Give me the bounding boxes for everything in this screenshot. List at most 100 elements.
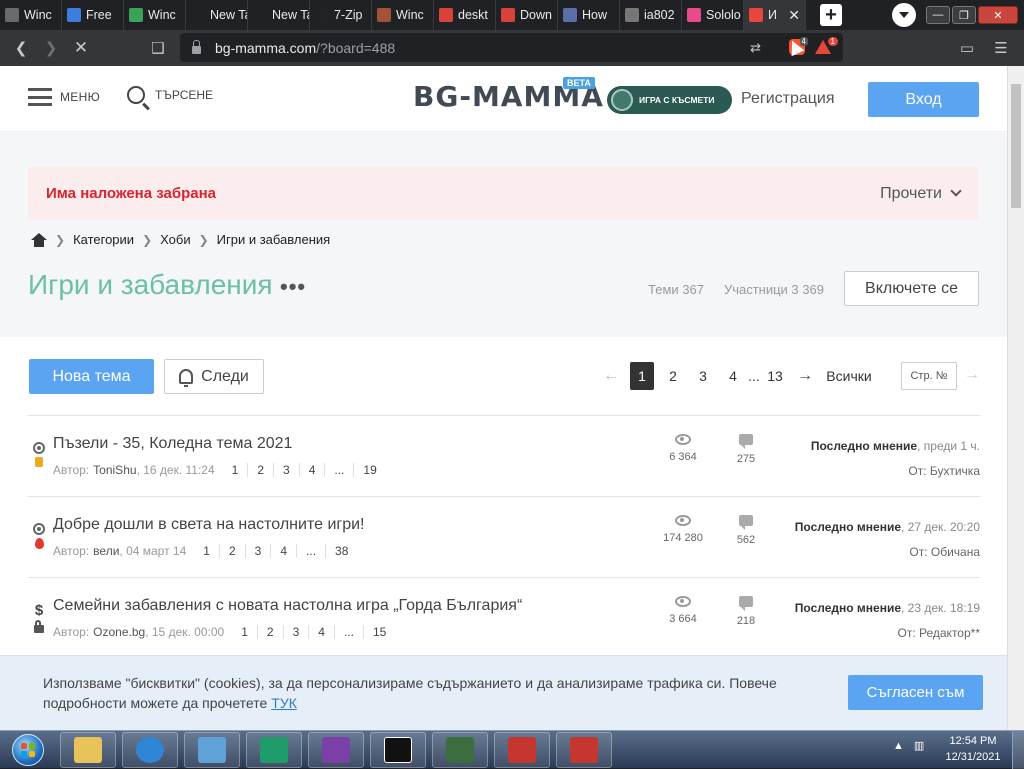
page-link[interactable]: 3: [688, 362, 718, 390]
browser-tab[interactable]: Winc: [0, 0, 62, 30]
forward-icon[interactable]: ❯: [36, 33, 66, 63]
last-post-author[interactable]: От: Обичана: [795, 540, 980, 565]
new-tab-button[interactable]: +: [820, 4, 842, 26]
back-icon[interactable]: ❮: [6, 33, 36, 63]
tray-expand-icon[interactable]: ▲: [893, 740, 904, 752]
topic-page-link[interactable]: 1: [223, 463, 249, 477]
read-more-button[interactable]: Прочети: [880, 185, 962, 203]
lock-icon[interactable]: [192, 39, 201, 54]
maximize-button[interactable]: ❐: [952, 6, 976, 24]
browser-tab[interactable]: Sololo: [682, 0, 744, 30]
browser-tab[interactable]: Free: [62, 0, 124, 30]
browser-tab[interactable]: И ✕: [744, 0, 806, 30]
last-post-label[interactable]: Последно мнение: [811, 439, 917, 453]
topic-page-link[interactable]: 4: [300, 463, 326, 477]
page-scrollbar[interactable]: [1007, 66, 1024, 730]
browser-tab[interactable]: 7-Zip: [310, 0, 372, 30]
join-button[interactable]: Включете се: [844, 271, 979, 306]
prev-page-arrow-icon[interactable]: ←: [596, 362, 626, 390]
next-page-arrow-icon[interactable]: →: [790, 362, 820, 390]
last-post-author[interactable]: От: Бухтичка: [811, 459, 980, 484]
browser-tab[interactable]: Winc: [372, 0, 434, 30]
scrollbar-thumb[interactable]: [1011, 84, 1021, 208]
breadcrumb-categories[interactable]: Категории: [73, 232, 134, 247]
menu-button[interactable]: МЕНЮ: [28, 88, 100, 106]
search-button[interactable]: ТЪРСЕНЕ: [127, 86, 213, 104]
cookie-agree-button[interactable]: Съгласен съм: [848, 675, 983, 710]
taskbar-ie[interactable]: [122, 732, 178, 768]
page-link[interactable]: 4: [718, 362, 748, 390]
home-icon[interactable]: [31, 232, 47, 247]
topic-page-link[interactable]: 2: [248, 463, 275, 477]
minimize-button[interactable]: —: [926, 6, 950, 24]
close-tab-icon[interactable]: ✕: [788, 7, 800, 24]
profile-menu-icon[interactable]: [892, 3, 916, 27]
new-topic-button[interactable]: Нова тема: [29, 359, 154, 394]
browser-menu-icon[interactable]: ☰: [986, 33, 1016, 63]
topic-page-link[interactable]: 3: [274, 463, 300, 477]
topic-title[interactable]: Добре дошли в света на настолните игри!: [53, 516, 365, 534]
browser-tab[interactable]: How: [558, 0, 620, 30]
browser-tab[interactable]: New Tab: [248, 0, 310, 30]
author-link[interactable]: Ozone.bg: [93, 625, 145, 639]
breadcrumb-hobby[interactable]: Хоби: [160, 232, 190, 247]
topic-page-link[interactable]: 38: [326, 544, 357, 558]
last-post-label[interactable]: Последно мнение: [795, 520, 901, 534]
cookie-more-link[interactable]: ТУК: [271, 695, 297, 711]
topic-page-link[interactable]: ...: [297, 544, 327, 558]
breadcrumb-games[interactable]: Игри и забавления: [217, 232, 331, 247]
page-link-last[interactable]: 13: [760, 362, 790, 390]
taskbar-explorer[interactable]: [60, 732, 116, 768]
close-window-button[interactable]: ✕: [978, 6, 1018, 24]
taskbar-7zip[interactable]: [370, 732, 426, 768]
start-button[interactable]: [4, 732, 52, 768]
taskbar-app[interactable]: [246, 732, 302, 768]
topic-page-link[interactable]: ...: [325, 463, 355, 477]
stop-loading-icon[interactable]: ✕: [66, 33, 96, 63]
topic-page-link[interactable]: 4: [271, 544, 298, 558]
bookmark-icon[interactable]: ❑: [143, 33, 173, 63]
page-number-input[interactable]: Стр. №: [901, 362, 957, 390]
taskbar-toolbox-1[interactable]: [494, 732, 550, 768]
author-link[interactable]: вели: [93, 544, 119, 558]
last-post-author[interactable]: От: Редактор**: [795, 621, 981, 646]
topic-title[interactable]: Пъзели - 35, Коледна тема 2021: [53, 435, 292, 453]
topic-page-link[interactable]: 19: [354, 463, 385, 477]
topic-page-link[interactable]: 1: [194, 544, 220, 558]
address-bar[interactable]: bg-mamma.com/?board=488 ⇄ 4 1: [180, 33, 843, 62]
browser-tab[interactable]: ia802: [620, 0, 682, 30]
topic-page-link[interactable]: 4: [309, 625, 335, 639]
register-link[interactable]: Регистрация: [741, 90, 835, 108]
taskbar-toolbox-2[interactable]: [556, 732, 612, 768]
topic-page-link[interactable]: 3: [284, 625, 310, 639]
browser-tab[interactable]: deskt: [434, 0, 496, 30]
login-button[interactable]: Вход: [868, 82, 979, 117]
all-pages-link[interactable]: Всички: [826, 362, 872, 390]
more-options-icon[interactable]: •••: [280, 274, 306, 300]
go-page-arrow-icon[interactable]: →: [964, 366, 980, 384]
browser-tab[interactable]: Winc: [124, 0, 186, 30]
follow-button[interactable]: Следи: [164, 359, 264, 394]
show-desktop-button[interactable]: [1012, 731, 1024, 769]
wallet-icon[interactable]: ▭: [952, 33, 982, 63]
taskbar-brave[interactable]: [308, 732, 364, 768]
topic-page-link[interactable]: 2: [220, 544, 246, 558]
taskbar-photos[interactable]: [184, 732, 240, 768]
lottery-banner[interactable]: ИГРА С КЪСМЕТИ: [607, 86, 732, 114]
page-link[interactable]: 2: [658, 362, 688, 390]
topic-page-link[interactable]: ...: [335, 625, 364, 639]
clock[interactable]: 12:54 PM 12/31/2021: [938, 733, 1008, 765]
topic-page-link[interactable]: 1: [232, 625, 258, 639]
taskbar-task-manager[interactable]: [432, 732, 488, 768]
network-icon[interactable]: ▥: [914, 739, 924, 752]
last-post-label[interactable]: Последно мнение: [795, 601, 901, 615]
browser-tab[interactable]: Down: [496, 0, 558, 30]
topic-page-link[interactable]: 2: [258, 625, 284, 639]
topic-title[interactable]: Семейни забавления с новата настолна игр…: [53, 597, 522, 615]
browser-tab[interactable]: New Tab: [186, 0, 248, 30]
page-current[interactable]: 1: [630, 362, 654, 390]
translate-icon[interactable]: ⇄: [750, 40, 761, 56]
author-link[interactable]: ToniShu: [93, 463, 136, 477]
topic-page-link[interactable]: 3: [246, 544, 272, 558]
topic-page-link[interactable]: 15: [364, 625, 395, 639]
